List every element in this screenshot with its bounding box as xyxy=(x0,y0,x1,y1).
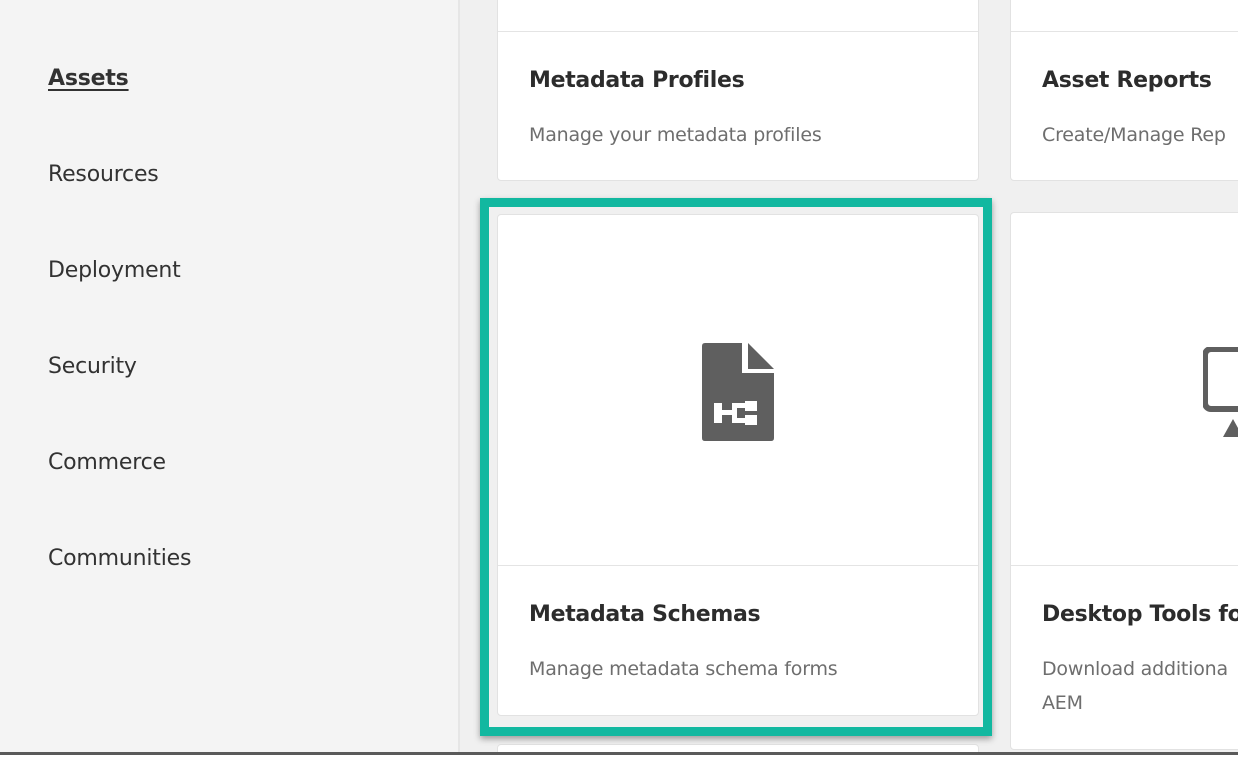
card-next-row[interactable] xyxy=(497,744,979,752)
desktop-monitor-icon xyxy=(1202,346,1238,437)
card-separator xyxy=(1011,565,1238,566)
card-asset-reports[interactable]: Asset Reports Create/Manage Rep xyxy=(1010,0,1238,181)
card-title: Metadata Profiles xyxy=(529,68,745,93)
sidebar-item-assets[interactable]: Assets xyxy=(48,66,129,91)
sidebar-item-resources[interactable]: Resources xyxy=(48,162,159,187)
card-metadata-schemas[interactable]: Metadata Schemas Manage metadata schema … xyxy=(497,214,979,716)
card-separator xyxy=(1011,31,1238,32)
sidebar-item-deployment[interactable]: Deployment xyxy=(48,258,181,283)
card-title: Asset Reports xyxy=(1042,68,1212,93)
sidebar-item-commerce[interactable]: Commerce xyxy=(48,450,166,475)
card-description: Create/Manage Rep xyxy=(1042,124,1226,146)
card-description-line1: Download additiona xyxy=(1042,658,1228,680)
card-description: Manage your metadata profiles xyxy=(529,124,822,146)
sidebar-item-communities[interactable]: Communities xyxy=(48,546,191,571)
card-description: Manage metadata schema forms xyxy=(529,658,838,680)
card-title: Desktop Tools for xyxy=(1042,602,1238,627)
sidebar-item-security[interactable]: Security xyxy=(48,354,137,379)
schema-document-icon xyxy=(702,343,776,441)
card-separator xyxy=(498,31,978,32)
window-bottom-strip xyxy=(0,755,1238,764)
card-separator xyxy=(498,565,978,566)
card-desktop-tools[interactable]: Desktop Tools for Download additiona AEM xyxy=(1010,212,1238,750)
card-description-line2: AEM xyxy=(1042,692,1083,714)
sidebar-nav: Assets Resources Deployment Security Com… xyxy=(0,0,458,752)
card-title: Metadata Schemas xyxy=(529,602,761,627)
tools-card-grid: Metadata Profiles Manage your metadata p… xyxy=(460,0,1238,752)
card-metadata-profiles[interactable]: Metadata Profiles Manage your metadata p… xyxy=(497,0,979,181)
